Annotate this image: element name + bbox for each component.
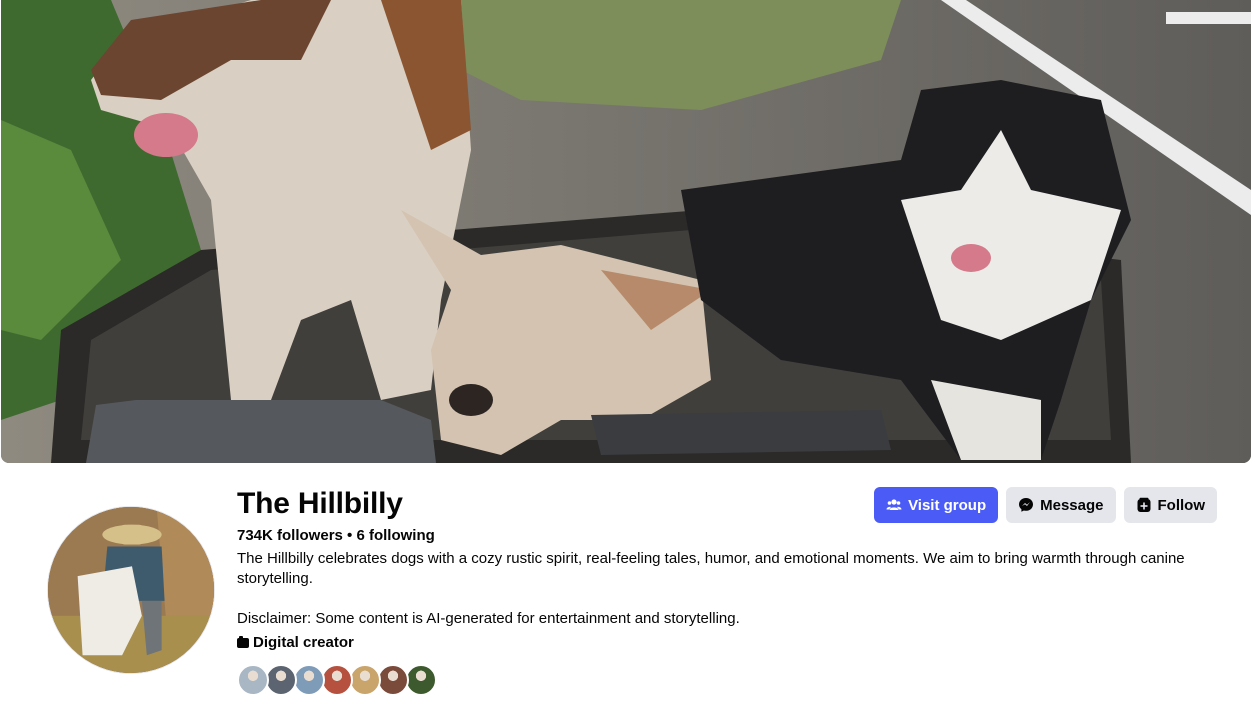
profile-picture-image (48, 507, 214, 673)
visit-group-label: Visit group (908, 496, 987, 514)
follow-plus-icon (1137, 497, 1150, 512)
message-button[interactable]: Message (1006, 487, 1116, 523)
follower-avatar[interactable] (237, 664, 269, 696)
follower-avatars[interactable] (237, 664, 1197, 696)
follower-stats[interactable]: 734K followers • 6 following (237, 526, 1197, 546)
visit-group-button[interactable]: Visit group (874, 487, 999, 523)
cover-photo[interactable] (1, 0, 1251, 463)
follower-avatar[interactable] (349, 664, 381, 696)
follow-label: Follow (1157, 496, 1206, 514)
page-actions: Visit group Message Follow (874, 487, 1217, 523)
profile-picture[interactable] (47, 506, 215, 674)
follower-avatar[interactable] (405, 664, 437, 696)
page-bio: The Hillbilly celebrates dogs with a coz… (237, 549, 1197, 629)
follower-avatar[interactable] (265, 664, 297, 696)
follower-avatar[interactable] (377, 664, 409, 696)
follow-button[interactable]: Follow (1123, 487, 1217, 523)
briefcase-icon (237, 636, 249, 648)
message-label: Message (1040, 496, 1104, 514)
follower-avatar[interactable] (321, 664, 353, 696)
disclaimer-text: Disclaimer: Some content is AI-generated… (237, 610, 740, 627)
category-label: Digital creator (253, 634, 354, 651)
group-icon (886, 499, 902, 510)
bio-text: The Hillbilly celebrates dogs with a coz… (237, 550, 1185, 587)
cover-photo-image (1, 0, 1251, 463)
follower-avatar[interactable] (293, 664, 325, 696)
messenger-icon (1019, 498, 1034, 512)
page-category: Digital creator (237, 633, 1197, 653)
